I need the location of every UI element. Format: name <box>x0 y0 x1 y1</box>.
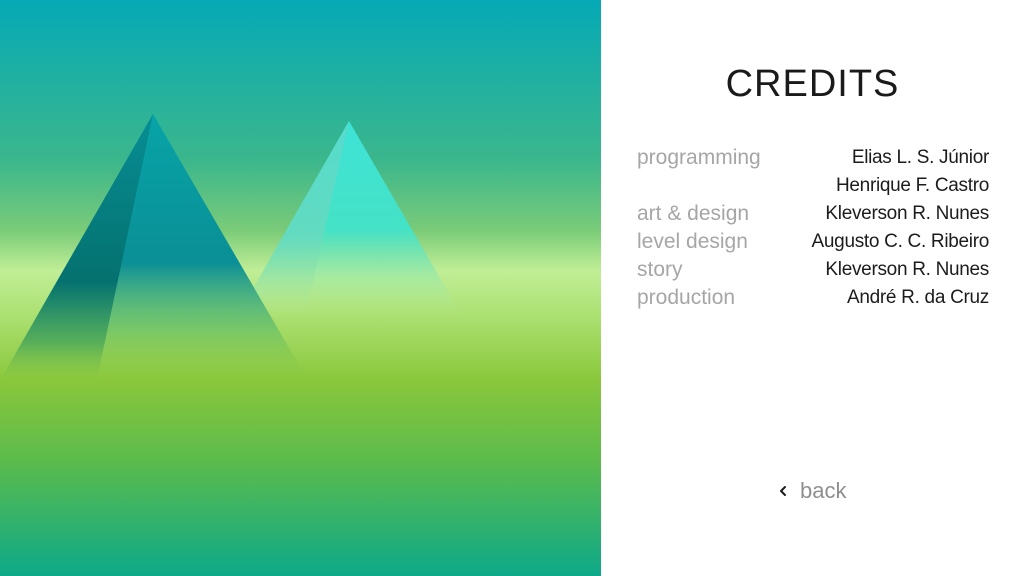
credit-name: André R. da Cruz <box>847 287 989 308</box>
back-label: back <box>800 478 847 503</box>
credit-role: level design <box>637 230 748 253</box>
credit-row-programming: programming Elias L. S. Júnior Henrique … <box>637 144 989 200</box>
credit-name: Henrique F. Castro <box>835 175 989 196</box>
credit-name: Augusto C. C. Ribeiro <box>811 231 990 252</box>
credit-name: Elias L. S. Júnior <box>851 147 989 168</box>
landscape-artwork <box>0 0 601 576</box>
credit-names: André R. da Cruz <box>847 284 989 312</box>
credit-row-art-design: art & design Kleverson R. Nunes <box>637 200 989 228</box>
credit-names: Kleverson R. Nunes <box>825 200 989 228</box>
back-button[interactable]: back <box>776 476 846 506</box>
credit-role: programming <box>637 146 761 169</box>
credit-names: Kleverson R. Nunes <box>825 256 989 284</box>
credit-row-story: story Kleverson R. Nunes <box>637 256 989 284</box>
credits-screen: CREDITS programming Elias L. S. Júnior H… <box>0 0 1024 576</box>
credits-list: programming Elias L. S. Júnior Henrique … <box>637 144 989 312</box>
credits-panel: CREDITS programming Elias L. S. Júnior H… <box>601 0 1024 576</box>
pyramids-illustration <box>0 0 601 576</box>
credit-name: Kleverson R. Nunes <box>825 203 989 224</box>
credit-role: production <box>637 286 736 309</box>
credit-names: Elias L. S. Júnior Henrique F. Castro <box>836 144 989 200</box>
credit-name: Kleverson R. Nunes <box>825 259 989 280</box>
credit-row-level-design: level design Augusto C. C. Ribeiro <box>637 228 989 256</box>
credit-role: story <box>637 258 683 281</box>
chevron-left-icon <box>776 484 790 498</box>
credit-row-production: production André R. da Cruz <box>637 284 989 312</box>
credit-role: art & design <box>637 202 750 225</box>
page-title: CREDITS <box>725 63 900 105</box>
credit-names: Augusto C. C. Ribeiro <box>811 228 990 256</box>
